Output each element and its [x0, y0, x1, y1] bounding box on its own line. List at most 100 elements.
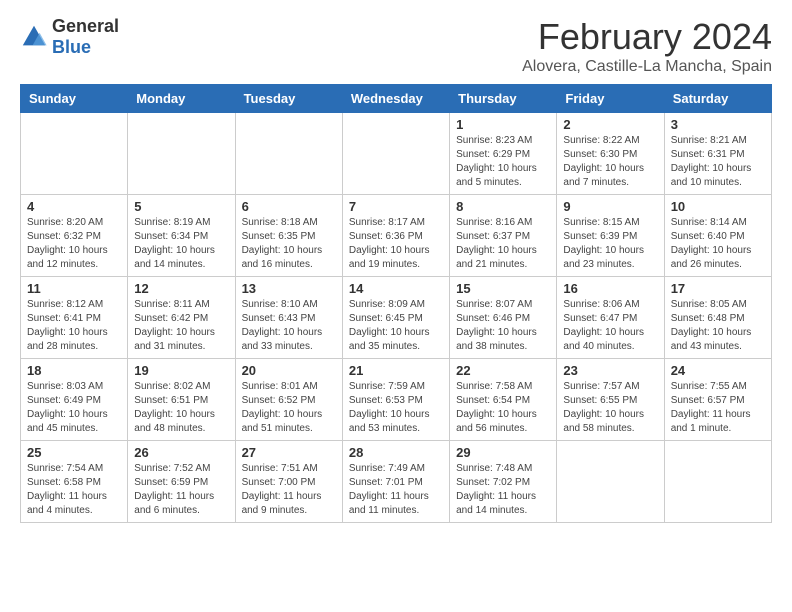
col-tuesday: Tuesday	[235, 85, 342, 113]
day-number: 8	[456, 199, 550, 214]
table-row: 27 Sunrise: 7:51 AM Sunset: 7:00 PM Dayli…	[235, 441, 342, 523]
day-number: 22	[456, 363, 550, 378]
table-row: 3 Sunrise: 8:21 AM Sunset: 6:31 PM Daylig…	[664, 113, 771, 195]
day-info: Sunrise: 8:05 AM Sunset: 6:48 PM Dayligh…	[671, 298, 765, 354]
table-row: 25 Sunrise: 7:54 AM Sunset: 6:58 PM Dayli…	[21, 441, 128, 523]
day-number: 27	[242, 445, 336, 460]
day-number: 29	[456, 445, 550, 460]
table-row: 8Sunrise: 8:16 AM Sunset: 6:37 PM Daylig…	[450, 195, 557, 277]
day-info: Sunrise: 7:54 AM Sunset: 6:58 PM Dayligh…	[27, 462, 121, 518]
day-info: Sunrise: 8:22 AM Sunset: 6:30 PM Dayligh…	[563, 134, 657, 190]
day-info: Sunrise: 8:06 AM Sunset: 6:47 PM Dayligh…	[563, 298, 657, 354]
col-wednesday: Wednesday	[342, 85, 449, 113]
day-number: 21	[349, 363, 443, 378]
day-info: Sunrise: 8:03 AM Sunset: 6:49 PM Dayligh…	[27, 380, 121, 436]
col-monday: Monday	[128, 85, 235, 113]
day-info: Sunrise: 7:48 AM Sunset: 7:02 PM Dayligh…	[456, 462, 550, 518]
table-row: 18 Sunrise: 8:03 AM Sunset: 6:49 PM Dayli…	[21, 359, 128, 441]
day-number: 7	[349, 199, 443, 214]
calendar-week-row: 25 Sunrise: 7:54 AM Sunset: 6:58 PM Dayli…	[21, 441, 772, 523]
col-friday: Friday	[557, 85, 664, 113]
calendar-week-row: 4 Sunrise: 8:20 AM Sunset: 6:32 PM Daylig…	[21, 195, 772, 277]
calendar-table: Sunday Monday Tuesday Wednesday Thursday…	[20, 84, 772, 523]
day-info: Sunrise: 7:52 AM Sunset: 6:59 PM Dayligh…	[134, 462, 228, 518]
day-number: 5	[134, 199, 228, 214]
day-number: 2	[563, 117, 657, 132]
day-number: 24	[671, 363, 765, 378]
col-thursday: Thursday	[450, 85, 557, 113]
day-number: 12	[134, 281, 228, 296]
day-info: Sunrise: 8:07 AM Sunset: 6:46 PM Dayligh…	[456, 298, 550, 354]
day-number: 3	[671, 117, 765, 132]
day-info: Sunrise: 7:57 AM Sunset: 6:55 PM Dayligh…	[563, 380, 657, 436]
day-info: Sunrise: 7:51 AM Sunset: 7:00 PM Dayligh…	[242, 462, 336, 518]
day-info: Sunrise: 8:21 AM Sunset: 6:31 PM Dayligh…	[671, 134, 765, 190]
day-number: 4	[27, 199, 121, 214]
day-info: Sunrise: 7:58 AM Sunset: 6:54 PM Dayligh…	[456, 380, 550, 436]
table-row: 21 Sunrise: 7:59 AM Sunset: 6:53 PM Dayli…	[342, 359, 449, 441]
day-info: Sunrise: 8:20 AM Sunset: 6:32 PM Dayligh…	[27, 216, 121, 272]
table-row: 10Sunrise: 8:14 AM Sunset: 6:40 PM Dayli…	[664, 195, 771, 277]
logo: General Blue	[20, 16, 119, 58]
day-info: Sunrise: 7:59 AM Sunset: 6:53 PM Dayligh…	[349, 380, 443, 436]
table-row: 23 Sunrise: 7:57 AM Sunset: 6:55 PM Dayli…	[557, 359, 664, 441]
table-row: 20 Sunrise: 8:01 AM Sunset: 6:52 PM Dayli…	[235, 359, 342, 441]
day-number: 1	[456, 117, 550, 132]
title-block: February 2024 Alovera, Castille-La Manch…	[522, 16, 772, 76]
day-number: 17	[671, 281, 765, 296]
table-row: 14 Sunrise: 8:09 AM Sunset: 6:45 PM Dayli…	[342, 277, 449, 359]
table-row: 11Sunrise: 8:12 AM Sunset: 6:41 PM Dayli…	[21, 277, 128, 359]
day-number: 15	[456, 281, 550, 296]
table-row	[21, 113, 128, 195]
table-row: 9Sunrise: 8:15 AM Sunset: 6:39 PM Daylig…	[557, 195, 664, 277]
calendar-week-row: 18 Sunrise: 8:03 AM Sunset: 6:49 PM Dayli…	[21, 359, 772, 441]
day-info: Sunrise: 8:02 AM Sunset: 6:51 PM Dayligh…	[134, 380, 228, 436]
logo-icon	[20, 23, 48, 51]
table-row: 29 Sunrise: 7:48 AM Sunset: 7:02 PM Dayli…	[450, 441, 557, 523]
day-info: Sunrise: 8:18 AM Sunset: 6:35 PM Dayligh…	[242, 216, 336, 272]
day-number: 26	[134, 445, 228, 460]
table-row: 15 Sunrise: 8:07 AM Sunset: 6:46 PM Dayli…	[450, 277, 557, 359]
table-row: 1 Sunrise: 8:23 AM Sunset: 6:29 PM Daylig…	[450, 113, 557, 195]
sub-title: Alovera, Castille-La Mancha, Spain	[522, 58, 772, 76]
day-info: Sunrise: 8:01 AM Sunset: 6:52 PM Dayligh…	[242, 380, 336, 436]
logo-blue: Blue	[52, 37, 119, 58]
day-info: Sunrise: 8:23 AM Sunset: 6:29 PM Dayligh…	[456, 134, 550, 190]
day-info: Sunrise: 8:10 AM Sunset: 6:43 PM Dayligh…	[242, 298, 336, 354]
calendar-week-row: 11Sunrise: 8:12 AM Sunset: 6:41 PM Dayli…	[21, 277, 772, 359]
logo-general: General	[52, 16, 119, 37]
table-row: 16Sunrise: 8:06 AM Sunset: 6:47 PM Dayli…	[557, 277, 664, 359]
day-info: Sunrise: 8:09 AM Sunset: 6:45 PM Dayligh…	[349, 298, 443, 354]
day-info: Sunrise: 8:17 AM Sunset: 6:36 PM Dayligh…	[349, 216, 443, 272]
day-info: Sunrise: 8:19 AM Sunset: 6:34 PM Dayligh…	[134, 216, 228, 272]
day-number: 25	[27, 445, 121, 460]
table-row	[557, 441, 664, 523]
col-saturday: Saturday	[664, 85, 771, 113]
day-number: 18	[27, 363, 121, 378]
table-row: 4 Sunrise: 8:20 AM Sunset: 6:32 PM Daylig…	[21, 195, 128, 277]
table-row: 19Sunrise: 8:02 AM Sunset: 6:51 PM Dayli…	[128, 359, 235, 441]
header: General Blue February 2024 Alovera, Cast…	[20, 16, 772, 76]
day-number: 14	[349, 281, 443, 296]
logo-text: General Blue	[52, 16, 119, 58]
calendar-header-row: Sunday Monday Tuesday Wednesday Thursday…	[21, 85, 772, 113]
day-number: 20	[242, 363, 336, 378]
table-row: 13 Sunrise: 8:10 AM Sunset: 6:43 PM Dayli…	[235, 277, 342, 359]
day-number: 6	[242, 199, 336, 214]
table-row: 5 Sunrise: 8:19 AM Sunset: 6:34 PM Daylig…	[128, 195, 235, 277]
table-row: 6 Sunrise: 8:18 AM Sunset: 6:35 PM Daylig…	[235, 195, 342, 277]
day-number: 13	[242, 281, 336, 296]
col-sunday: Sunday	[21, 85, 128, 113]
page-container: General Blue February 2024 Alovera, Cast…	[0, 0, 792, 539]
table-row: 28Sunrise: 7:49 AM Sunset: 7:01 PM Dayli…	[342, 441, 449, 523]
calendar-week-row: 1 Sunrise: 8:23 AM Sunset: 6:29 PM Daylig…	[21, 113, 772, 195]
day-info: Sunrise: 8:12 AM Sunset: 6:41 PM Dayligh…	[27, 298, 121, 354]
table-row	[128, 113, 235, 195]
table-row	[235, 113, 342, 195]
table-row: 17 Sunrise: 8:05 AM Sunset: 6:48 PM Dayli…	[664, 277, 771, 359]
table-row	[342, 113, 449, 195]
day-number: 23	[563, 363, 657, 378]
day-info: Sunrise: 7:55 AM Sunset: 6:57 PM Dayligh…	[671, 380, 765, 436]
day-number: 28	[349, 445, 443, 460]
table-row: 12Sunrise: 8:11 AM Sunset: 6:42 PM Dayli…	[128, 277, 235, 359]
